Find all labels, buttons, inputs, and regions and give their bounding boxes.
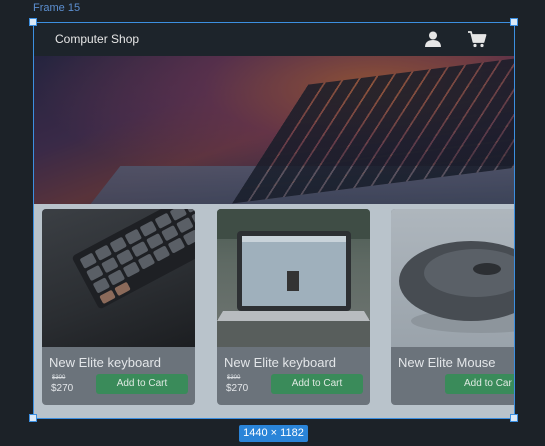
top-navigation-bar: Computer Shop <box>33 22 515 56</box>
product-price: $270 <box>226 383 249 394</box>
keyboard-product-image <box>42 209 195 347</box>
product-card[interactable]: New Elite keyboard $300 $270 Add to Cart <box>42 209 195 405</box>
selection-border-top <box>33 22 515 23</box>
product-list: New Elite keyboard $300 $270 Add to Cart… <box>33 204 515 418</box>
product-price: $270 <box>51 383 74 394</box>
add-to-cart-button[interactable]: Add to Car <box>445 374 515 394</box>
product-old-price: $300 <box>52 375 66 381</box>
selection-border-bottom <box>33 418 515 419</box>
resize-handle-top-right[interactable] <box>510 18 518 26</box>
product-name[interactable]: New Elite Mouse <box>398 355 496 370</box>
product-card[interactable]: New Elite keyboard $300 $270 Add to Cart <box>217 209 370 405</box>
user-icon[interactable] <box>424 30 442 48</box>
resize-handle-bottom-right[interactable] <box>510 414 518 422</box>
mouse-product-image <box>391 209 515 347</box>
brand-title[interactable]: Computer Shop <box>55 32 139 46</box>
product-card[interactable]: New Elite Mouse Add to Car <box>391 209 515 405</box>
resize-handle-top-left[interactable] <box>29 18 37 26</box>
product-name[interactable]: New Elite keyboard <box>224 355 336 370</box>
selection-border-left <box>33 22 34 419</box>
product-old-price: $300 <box>227 375 241 381</box>
resize-handle-bottom-left[interactable] <box>29 414 37 422</box>
add-to-cart-button[interactable]: Add to Cart <box>271 374 363 394</box>
frame-label[interactable]: Frame 15 <box>33 2 80 14</box>
hero-banner-image <box>33 48 515 236</box>
product-name[interactable]: New Elite keyboard <box>49 355 161 370</box>
selection-border-right <box>514 22 515 419</box>
frame-15[interactable]: Computer Shop New Elite keyboard $300 $2… <box>33 22 515 418</box>
add-to-cart-button[interactable]: Add to Cart <box>96 374 188 394</box>
frame-size-badge: 1440 × 1182 <box>239 425 308 442</box>
cart-icon[interactable] <box>467 30 487 48</box>
laptop-product-image <box>217 209 370 347</box>
